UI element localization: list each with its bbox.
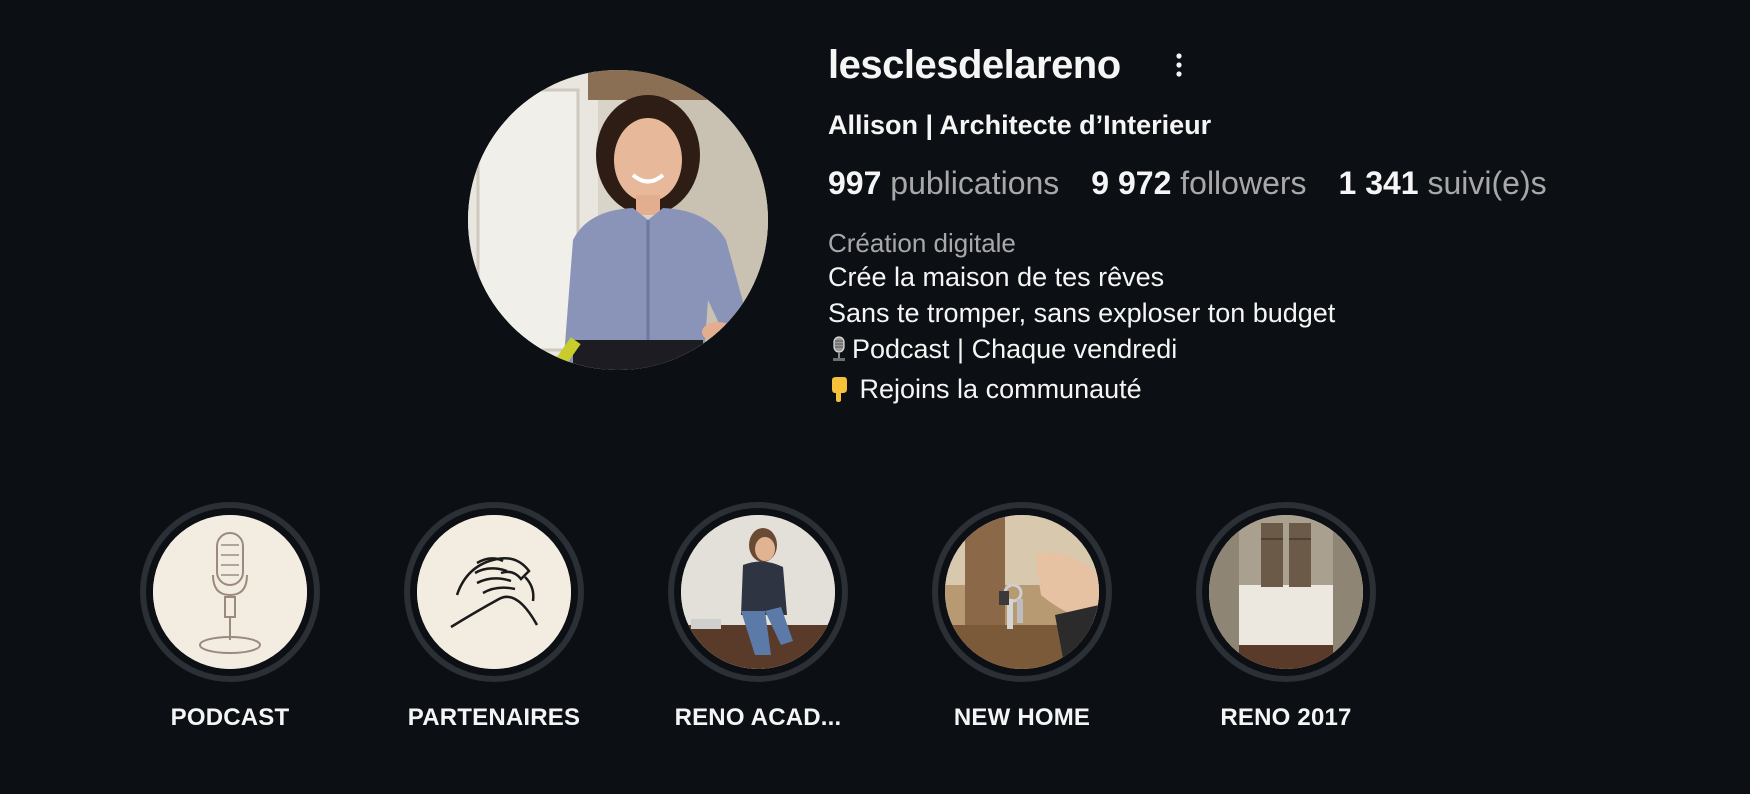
- profile-category: Création digitale: [828, 228, 1016, 258]
- highlight-ring: [1196, 502, 1376, 682]
- more-vertical-icon: [1176, 53, 1182, 77]
- full-name: Allison | Architecte d’Interieur: [828, 110, 1212, 140]
- following-count: 1 341: [1338, 165, 1419, 201]
- highlight-photo: [681, 515, 835, 669]
- bio-line-1: Crée la maison de tes rêves: [828, 262, 1165, 292]
- highlight-ring: [668, 502, 848, 682]
- highlight-ring: [404, 502, 584, 682]
- bio-line-4-text: Rejoins la communauté: [852, 374, 1142, 404]
- profile-page: lesclesdelareno Allison | Architecte d’I…: [0, 0, 1750, 794]
- highlight-cover: [1209, 515, 1363, 669]
- bio-line-4: Rejoins la communauté: [828, 371, 1708, 411]
- highlight-label: RENO ACAD...: [674, 704, 842, 731]
- username: lesclesdelareno: [828, 42, 1121, 87]
- bio-line-3: Podcast | Chaque vendredi: [828, 331, 1708, 371]
- highlight-ring: [932, 502, 1112, 682]
- highlight-reno-academy[interactable]: RENO ACAD...: [638, 502, 878, 732]
- followers-count: 9 972: [1091, 165, 1172, 201]
- highlight-photo: [1209, 515, 1363, 669]
- microphone-emoji: [828, 335, 850, 371]
- profile-stats: 997 publications 9 972 followers 1 341 s…: [828, 165, 1708, 202]
- profile-header-row: lesclesdelareno: [828, 40, 1708, 90]
- profile-info: lesclesdelareno Allison | Architecte d’I…: [828, 40, 1708, 411]
- following-label: suivi(e)s: [1427, 165, 1547, 201]
- posts-count-link[interactable]: 997 publications: [828, 165, 1059, 202]
- highlight-cover: [681, 515, 835, 669]
- highlight-cover: [153, 515, 307, 669]
- highlight-reno-2017[interactable]: RENO 2017: [1166, 502, 1406, 732]
- highlight-label: PODCAST: [170, 704, 290, 731]
- handshake-icon: [417, 515, 571, 669]
- bio-line-2: Sans te tromper, sans exploser ton budge…: [828, 298, 1336, 328]
- highlight-ring: [140, 502, 320, 682]
- highlight-podcast[interactable]: PODCAST: [110, 502, 350, 732]
- avatar-photo: [468, 70, 768, 370]
- more-options-button[interactable]: [1167, 45, 1191, 85]
- highlight-cover: [945, 515, 1099, 669]
- followers-label: followers: [1180, 165, 1307, 201]
- highlight-label: NEW HOME: [953, 704, 1091, 731]
- posts-count: 997: [828, 165, 882, 201]
- pointing-down-emoji: [828, 375, 850, 411]
- profile-avatar[interactable]: [468, 70, 768, 370]
- highlight-label: RENO 2017: [1220, 704, 1352, 731]
- microphone-icon: [153, 515, 307, 669]
- highlight-partenaires[interactable]: PARTENAIRES: [374, 502, 614, 732]
- bio-line-3-text: Podcast | Chaque vendredi: [852, 334, 1178, 364]
- highlight-label: PARTENAIRES: [407, 704, 581, 731]
- following-link[interactable]: 1 341 suivi(e)s: [1339, 165, 1547, 202]
- highlight-photo: [945, 515, 1099, 669]
- highlight-cover: [417, 515, 571, 669]
- highlight-new-home[interactable]: NEW HOME: [902, 502, 1142, 732]
- posts-label: publications: [890, 165, 1060, 201]
- followers-link[interactable]: 9 972 followers: [1091, 165, 1306, 202]
